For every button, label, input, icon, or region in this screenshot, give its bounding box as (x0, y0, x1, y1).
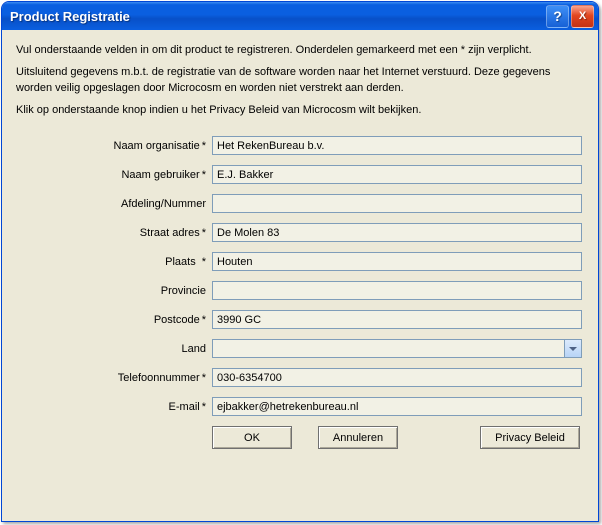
instruction-line2: Uitsluitend gegevens m.b.t. de registrat… (16, 64, 584, 96)
client-area: Vul onderstaande velden in om dit produc… (2, 30, 598, 463)
button-row: OK Annuleren Privacy Beleid (16, 426, 584, 449)
country-value (213, 340, 564, 357)
help-icon: ? (553, 8, 562, 24)
ok-button[interactable]: OK (212, 426, 292, 449)
label-org: Naam organisatie* (16, 140, 212, 152)
user-input[interactable] (212, 165, 582, 184)
close-icon: X (579, 10, 586, 22)
phone-input[interactable] (212, 368, 582, 387)
registration-dialog: Product Registratie ? X Vul onderstaande… (1, 1, 599, 522)
province-input[interactable] (212, 281, 582, 300)
postcode-input[interactable] (212, 310, 582, 329)
cancel-button[interactable]: Annuleren (318, 426, 398, 449)
chevron-down-icon (564, 340, 581, 357)
titlebar: Product Registratie ? X (2, 2, 598, 30)
label-phone: Telefoonnummer* (16, 372, 212, 384)
city-input[interactable] (212, 252, 582, 271)
label-dept: Afdeling/Nummer (16, 198, 212, 210)
street-input[interactable] (212, 223, 582, 242)
window-title: Product Registratie (10, 9, 544, 24)
org-input[interactable] (212, 136, 582, 155)
label-user: Naam gebruiker* (16, 169, 212, 181)
form-area: Naam organisatie* Naam gebruiker* Afdeli… (16, 136, 584, 449)
label-country: Land (16, 343, 212, 355)
label-street: Straat adres* (16, 227, 212, 239)
help-button[interactable]: ? (546, 5, 569, 28)
label-province: Provincie (16, 285, 212, 297)
label-email: E-mail* (16, 401, 212, 413)
instruction-line3: Klik op onderstaande knop indien u het P… (16, 102, 584, 118)
dept-input[interactable] (212, 194, 582, 213)
close-button[interactable]: X (571, 5, 594, 28)
label-postcode: Postcode* (16, 314, 212, 326)
instruction-line1: Vul onderstaande velden in om dit produc… (16, 42, 584, 58)
label-city: Plaats* (16, 256, 212, 268)
country-select[interactable] (212, 339, 582, 358)
email-input[interactable] (212, 397, 582, 416)
privacy-button[interactable]: Privacy Beleid (480, 426, 580, 449)
